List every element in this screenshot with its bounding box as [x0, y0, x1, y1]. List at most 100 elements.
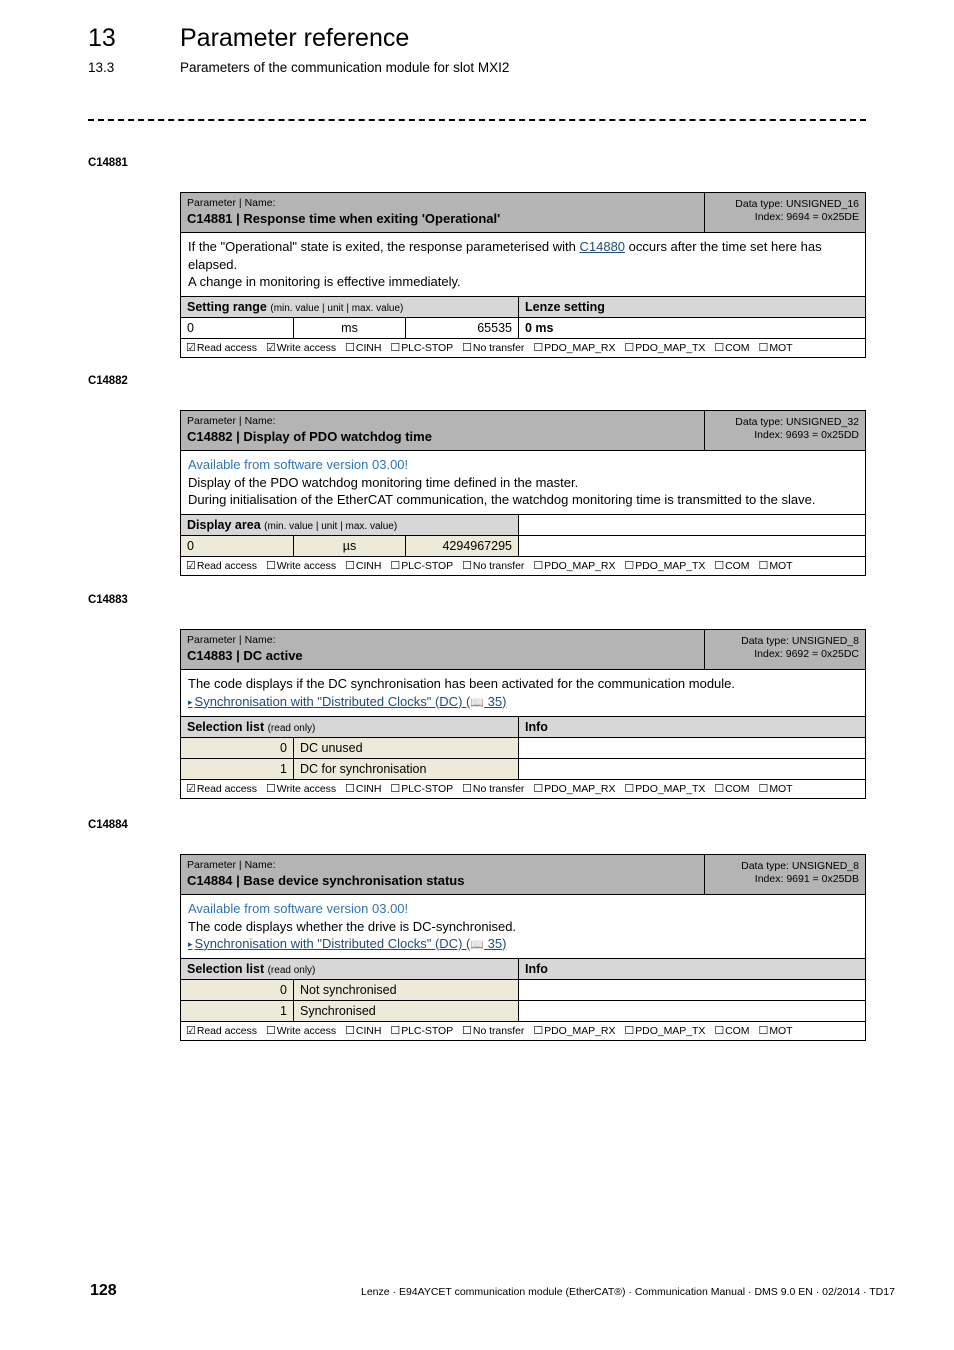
selection-text: Not synchronised: [294, 980, 519, 1001]
parameter-header-band: Parameter | Name: C14883 | DC active Dat…: [181, 630, 865, 671]
parameter-name: C14881 | Response time when exiting 'Ope…: [187, 210, 501, 226]
range-header-right: [519, 514, 865, 535]
parameter-description: If the "Operational" state is exited, th…: [181, 233, 865, 297]
range-header-right: Lenze setting: [519, 297, 865, 317]
flag-pdo-map-tx: ☐PDO_MAP_TX: [624, 782, 705, 795]
table-row: 1 Synchronised: [181, 1001, 865, 1023]
selection-list-hint: (read only): [267, 723, 316, 735]
range-max-value: 4294967295: [406, 535, 519, 556]
parameter-kicker: Parameter | Name:: [187, 859, 276, 871]
flag-label: CINH: [355, 559, 382, 572]
description-paragraph-2: During initialisation of the EtherCAT co…: [188, 491, 816, 507]
table-row: 0 DC unused: [181, 738, 865, 760]
range-header-left: Setting range (min. value | unit | max. …: [181, 296, 519, 317]
flag-pdo-map-rx: ☐PDO_MAP_RX: [533, 782, 615, 795]
section-title: Parameters of the communication module f…: [180, 60, 510, 75]
parameter-name-cell: Parameter | Name: C14882 | Display of PD…: [181, 411, 705, 451]
range-header-row: Setting range (min. value | unit | max. …: [181, 296, 865, 318]
checkbox-unchecked-icon: ☐: [533, 559, 544, 572]
parameter-index: Index: 9691 = 0x25DB: [754, 873, 859, 886]
checkbox-unchecked-icon: ☐: [624, 559, 635, 572]
flag-label: No transfer: [472, 559, 525, 572]
flag-read-access: ☑Read access: [186, 341, 257, 354]
flag-plc-stop: ☐PLC-STOP: [390, 341, 453, 354]
flag-label: PDO_MAP_TX: [635, 341, 706, 354]
parameter-table-c14882: Parameter | Name: C14882 | Display of PD…: [180, 410, 866, 576]
checkbox-unchecked-icon: ☐: [390, 783, 401, 796]
selection-info: [519, 1001, 865, 1022]
checkbox-unchecked-icon: ☐: [714, 559, 725, 572]
selection-code: 0: [181, 980, 294, 1001]
checkbox-unchecked-icon: ☐: [265, 783, 276, 796]
checkbox-unchecked-icon: ☐: [714, 783, 725, 796]
description-paragraph: The code displays if the DC synchronisat…: [188, 676, 736, 692]
selection-info: [519, 980, 865, 1001]
flag-label: PDO_MAP_RX: [544, 559, 616, 572]
parameter-name-cell: Parameter | Name: C14884 | Base device s…: [181, 855, 705, 895]
parameter-name-cell: Parameter | Name: C14883 | DC active: [181, 630, 705, 670]
flag-label: PLC-STOP: [401, 1025, 454, 1038]
flag-cinh: ☐CINH: [345, 341, 381, 354]
flag-pdo-map-tx: ☐PDO_MAP_TX: [624, 341, 705, 354]
dc-link-open-paren: (: [462, 693, 471, 709]
flag-no-transfer: ☐No transfer: [462, 782, 524, 795]
triangle-bullet-icon: ▸: [188, 938, 193, 949]
parameter-meta-cell: Data type: UNSIGNED_16 Index: 9694 = 0x2…: [705, 193, 865, 232]
flag-pdo-map-rx: ☐PDO_MAP_RX: [533, 1024, 615, 1037]
dc-synchronisation-link[interactable]: ▸ Synchronisation with "Distributed Clock…: [188, 935, 858, 953]
parameter-meta-cell: Data type: UNSIGNED_8 Index: 9691 = 0x25…: [705, 855, 865, 894]
checkbox-checked-icon: ☑: [186, 341, 196, 354]
parameter-description: The code displays if the DC synchronisat…: [181, 670, 865, 718]
page-title: Parameter reference: [180, 24, 410, 52]
checkbox-unchecked-icon: ☐: [390, 559, 401, 572]
parameter-kicker: Parameter | Name:: [187, 197, 276, 209]
parameter-cross-reference-link[interactable]: C14880: [580, 239, 626, 254]
checkbox-unchecked-icon: ☐: [533, 341, 544, 354]
availability-note: Available from software version 03.00!: [188, 457, 409, 473]
section-number: 13.3: [88, 60, 115, 75]
selection-header-right: Info: [519, 717, 865, 737]
flag-label: CINH: [355, 341, 382, 354]
flag-label: CINH: [355, 783, 382, 796]
range-label: Display area: [187, 517, 261, 532]
flag-label: Read access: [196, 783, 257, 796]
parameter-header-band: Parameter | Name: C14884 | Base device s…: [181, 855, 865, 896]
selection-list-label: Selection list: [187, 720, 265, 735]
flag-write-access: ☐Write access: [266, 559, 336, 572]
section-heading: 13.3 Parameters of the communication mod…: [88, 60, 878, 75]
parameter-index: Index: 9692 = 0x25DC: [754, 648, 859, 661]
flag-label: PLC-STOP: [401, 783, 454, 796]
checkbox-unchecked-icon: ☐: [758, 341, 769, 354]
flag-com: ☐COM: [714, 559, 749, 572]
flag-label: MOT: [769, 559, 793, 572]
flag-label: MOT: [769, 1025, 793, 1038]
checkbox-unchecked-icon: ☐: [624, 783, 635, 796]
flag-label: MOT: [769, 783, 793, 796]
flag-read-access: ☑Read access: [186, 1024, 257, 1037]
parameter-description: Available from software version 03.00! D…: [181, 451, 865, 515]
dc-synchronisation-link[interactable]: ▸ Synchronisation with "Distributed Clock…: [188, 693, 858, 711]
parameter-table-c14884: Parameter | Name: C14884 | Base device s…: [180, 854, 866, 1042]
checkbox-checked-icon: ☑: [186, 1025, 196, 1038]
range-min-value: 0: [181, 535, 294, 556]
parameter-data-type: Data type: UNSIGNED_16: [735, 198, 859, 210]
book-icon: 📖: [470, 696, 485, 709]
range-empty-cell: [519, 536, 865, 556]
flag-label: No transfer: [472, 1025, 525, 1038]
parameter-name: C14882 | Display of PDO watchdog time: [187, 428, 432, 444]
flag-label: MOT: [769, 341, 793, 354]
flag-label: PDO_MAP_RX: [544, 783, 616, 796]
flag-write-access: ☐Write access: [266, 782, 336, 795]
margin-label-c14882: C14882: [88, 375, 128, 387]
flag-cinh: ☐CINH: [345, 782, 381, 795]
chapter-number: 13: [88, 24, 116, 52]
selection-code: 1: [181, 759, 294, 780]
checkbox-checked-icon: ☑: [186, 559, 196, 572]
checkbox-unchecked-icon: ☐: [758, 559, 769, 572]
flag-label: PDO_MAP_RX: [544, 341, 616, 354]
parameter-kicker: Parameter | Name:: [187, 634, 276, 646]
checkbox-checked-icon: ☑: [186, 783, 196, 796]
range-hint: (min. value | unit | max. value): [270, 302, 404, 314]
flag-write-access: ☐Write access: [266, 1024, 336, 1037]
margin-label-c14881: C14881: [88, 157, 128, 169]
